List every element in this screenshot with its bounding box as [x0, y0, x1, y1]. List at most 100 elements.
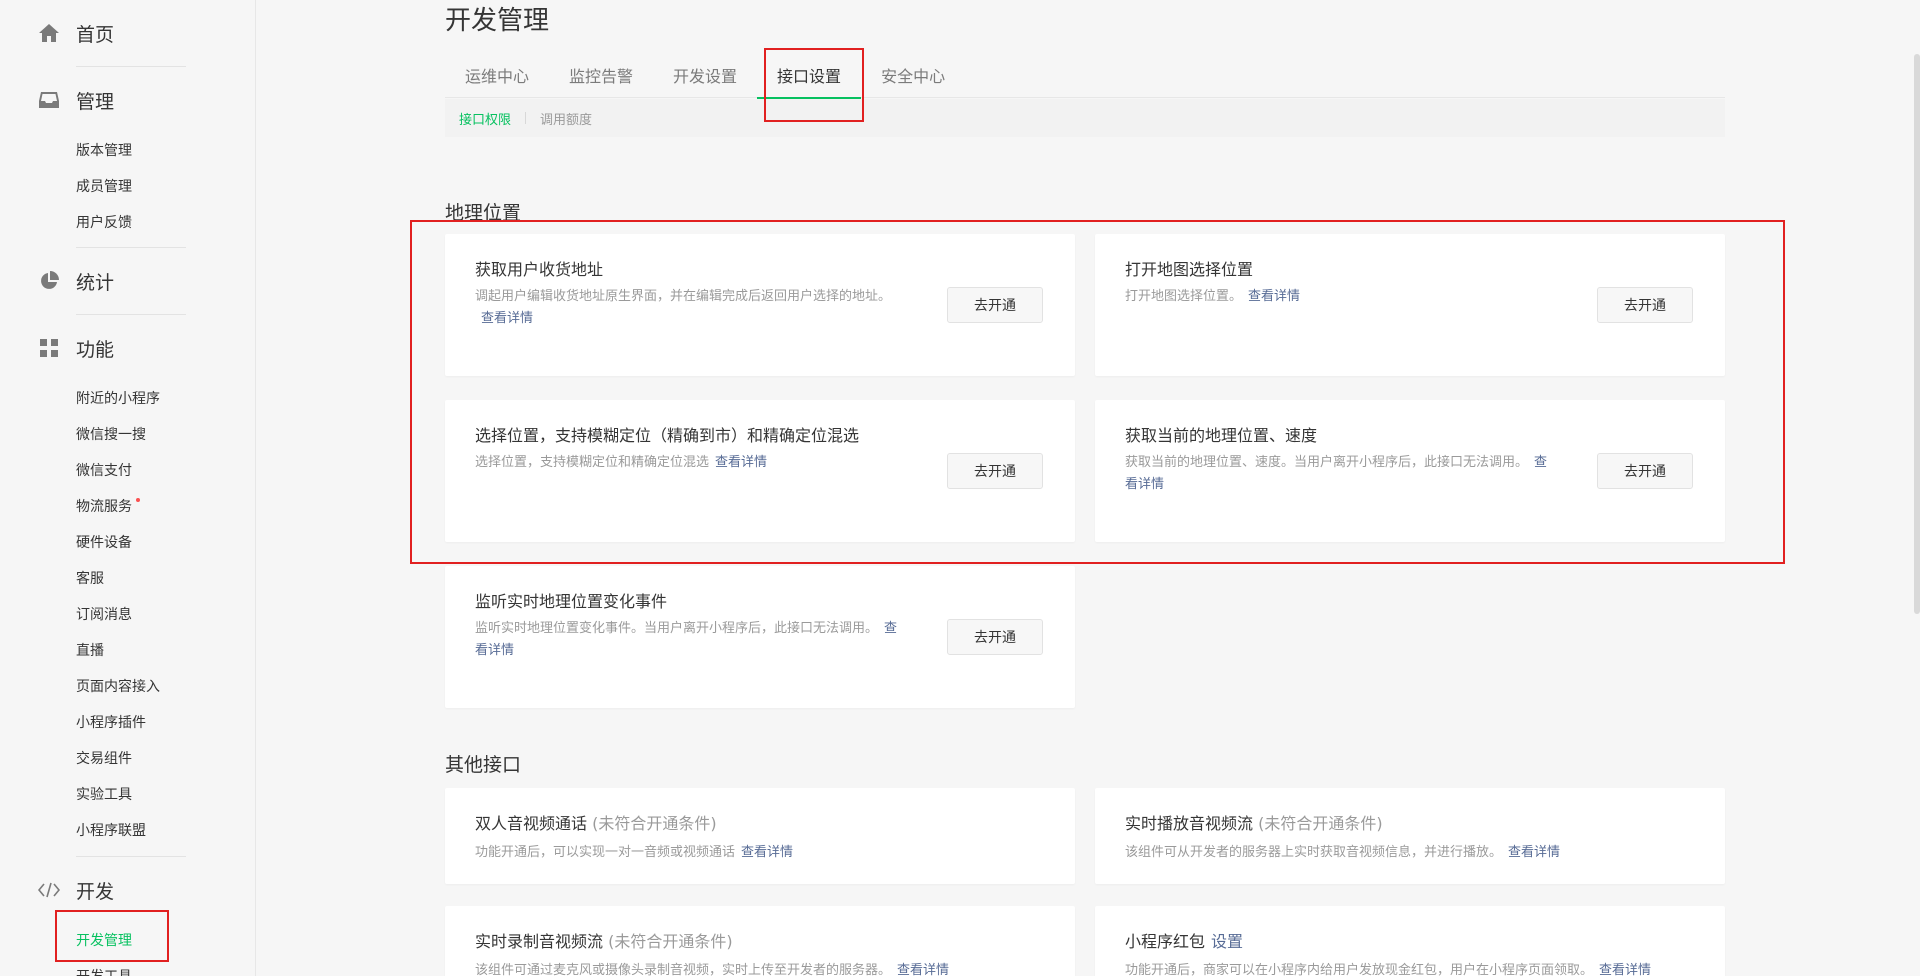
tab-ops[interactable]: 运维中心	[445, 56, 549, 98]
api-card: 打开地图选择位置 打开地图选择位置。 查看详情 去开通	[1095, 234, 1725, 376]
grid-icon	[38, 337, 60, 359]
sidebar-item-dev-manage[interactable]: 开发管理	[0, 923, 256, 959]
sidebar-item-page-content[interactable]: 页面内容接入	[0, 669, 256, 705]
api-card-title-text: 实时播放音视频流	[1125, 814, 1254, 833]
tab-monitor[interactable]: 监控告警	[549, 56, 653, 98]
nav-features-label: 功能	[76, 338, 115, 361]
tab-dev-settings[interactable]: 开发设置	[653, 56, 757, 98]
nav-features[interactable]: 功能	[0, 315, 256, 381]
api-card-title: 小程序红包 设置	[1125, 928, 1243, 952]
api-card-desc-text: 调起用户编辑收货地址原生界面，并在编辑完成后返回用户选择的地址。	[475, 289, 892, 304]
api-card-desc-text: 选择位置，支持模糊定位和精确定位混选	[475, 455, 710, 470]
api-card: 获取当前的地理位置、速度 获取当前的地理位置、速度。当用户离开小程序后，此接口无…	[1095, 400, 1725, 542]
view-details-link[interactable]: 查看详情	[741, 845, 793, 860]
view-details-link[interactable]: 查看详情	[1599, 963, 1651, 976]
settings-link[interactable]: 设置	[1211, 932, 1243, 951]
api-card: 双人音视频通话 (未符合开通条件) 功能开通后，可以实现一对一音频或视频通话 查看…	[445, 788, 1075, 884]
api-card-desc: 调起用户编辑收货地址原生界面，并在编辑完成后返回用户选择的地址。查看详情	[475, 286, 905, 330]
sidebar-item-nearby[interactable]: 附近的小程序	[0, 381, 256, 417]
subtab-bar: 接口权限 调用额度	[445, 99, 1725, 137]
code-icon	[38, 879, 60, 901]
api-card-desc-text: 功能开通后，可以实现一对一音频或视频通话	[475, 845, 736, 860]
subtab-divider	[525, 112, 527, 124]
api-card-desc-text: 获取当前的地理位置、速度。当用户离开小程序后，此接口无法调用。	[1125, 455, 1529, 470]
api-card-desc: 功能开通后，可以实现一对一音频或视频通话 查看详情	[475, 842, 1045, 864]
api-card-desc: 监听实时地理位置变化事件。当用户离开小程序后，此接口无法调用。 查看详情	[475, 618, 905, 662]
nav-dev[interactable]: 开发	[0, 857, 256, 923]
api-card: 获取用户收货地址 调起用户编辑收货地址原生界面，并在编辑完成后返回用户选择的地址…	[445, 234, 1075, 376]
subtab-permissions[interactable]: 接口权限	[459, 109, 523, 128]
enable-button[interactable]: 去开通	[947, 287, 1043, 323]
sidebar: 首页 管理 版本管理 成员管理 用户反馈 统计 功能 附近的小程序 微信搜一搜 …	[0, 0, 256, 976]
sidebar-item-pay[interactable]: 微信支付	[0, 453, 256, 489]
sidebar-item-logistics[interactable]: 物流服务	[0, 489, 256, 525]
pie-chart-icon	[38, 270, 60, 292]
api-card-desc: 该组件可通过麦克风或摄像头录制音视频，实时上传至开发者的服务器。 查看详情	[475, 960, 1045, 976]
api-card-desc: 该组件可从开发者的服务器上实时获取音视频信息，并进行播放。 查看详情	[1125, 842, 1695, 864]
scrollbar[interactable]	[1914, 54, 1920, 614]
view-details-link[interactable]: 查看详情	[1508, 845, 1560, 860]
enable-button[interactable]: 去开通	[1597, 453, 1693, 489]
api-card-desc-text: 监听实时地理位置变化事件。当用户离开小程序后，此接口无法调用。	[475, 621, 879, 636]
nav-home[interactable]: 首页	[0, 0, 256, 66]
api-card-desc: 获取当前的地理位置、速度。当用户离开小程序后，此接口无法调用。 查看详情	[1125, 452, 1555, 496]
sidebar-item-lab[interactable]: 实验工具	[0, 777, 256, 813]
api-card: 实时播放音视频流 (未符合开通条件) 该组件可从开发者的服务器上实时获取音视频信…	[1095, 788, 1725, 884]
tab-security[interactable]: 安全中心	[861, 56, 965, 98]
nav-group-stats: 统计	[0, 248, 256, 314]
sidebar-item-hardware[interactable]: 硬件设备	[0, 525, 256, 561]
nav-stats-label: 统计	[76, 271, 115, 294]
api-card-title: 获取用户收货地址	[475, 260, 604, 279]
api-card-title: 实时录制音视频流 (未符合开通条件)	[475, 928, 733, 952]
sidebar-item-members[interactable]: 成员管理	[0, 169, 256, 205]
sidebar-item-search[interactable]: 微信搜一搜	[0, 417, 256, 453]
api-card-title-text: 实时录制音视频流	[475, 932, 604, 951]
api-card-title: 实时播放音视频流 (未符合开通条件)	[1125, 810, 1383, 834]
subtab-quota[interactable]: 调用额度	[540, 109, 604, 128]
api-card-desc: 选择位置，支持模糊定位和精确定位混选 查看详情	[475, 452, 905, 474]
api-card-title: 打开地图选择位置	[1125, 260, 1254, 279]
api-card: 小程序红包 设置 功能开通后，商家可以在小程序内给用户发放现金红包，用户在小程序页…	[1095, 906, 1725, 976]
enable-button[interactable]: 去开通	[947, 619, 1043, 655]
sidebar-item-trade[interactable]: 交易组件	[0, 741, 256, 777]
sidebar-item-dev-tools[interactable]: 开发工具	[0, 959, 256, 976]
sidebar-item-plugin[interactable]: 小程序插件	[0, 705, 256, 741]
notification-dot	[136, 498, 140, 502]
view-details-link[interactable]: 查看详情	[1248, 289, 1300, 304]
sidebar-item-subscribe[interactable]: 订阅消息	[0, 597, 256, 633]
nav-group-manage: 管理 版本管理 成员管理 用户反馈	[0, 67, 256, 241]
tab-bar: 运维中心 监控告警 开发设置 接口设置 安全中心	[445, 56, 1725, 99]
home-icon	[38, 22, 60, 44]
section-title-other: 其他接口	[445, 754, 522, 776]
api-card: 监听实时地理位置变化事件 监听实时地理位置变化事件。当用户离开小程序后，此接口无…	[445, 566, 1075, 708]
nav-group-home: 首页	[0, 0, 256, 66]
nav-group-dev: 开发 开发管理 开发工具	[0, 857, 256, 976]
enable-button[interactable]: 去开通	[1597, 287, 1693, 323]
enable-button[interactable]: 去开通	[947, 453, 1043, 489]
api-card-desc: 打开地图选择位置。 查看详情	[1125, 286, 1555, 308]
nav-manage-label: 管理	[76, 90, 115, 113]
api-card-desc-text: 功能开通后，商家可以在小程序内给用户发放现金红包，用户在小程序页面领取。	[1125, 963, 1594, 976]
api-card-desc-text: 打开地图选择位置。	[1125, 289, 1243, 304]
sidebar-item-version[interactable]: 版本管理	[0, 133, 256, 169]
nav-stats[interactable]: 统计	[0, 248, 256, 314]
api-card-status: (未符合开通条件)	[1258, 814, 1383, 833]
sidebar-item-logistics-label: 物流服务	[76, 499, 132, 515]
api-card-title: 监听实时地理位置变化事件	[475, 592, 668, 611]
view-details-link[interactable]: 查看详情	[481, 311, 533, 326]
sidebar-item-union[interactable]: 小程序联盟	[0, 813, 256, 849]
api-card: 选择位置，支持模糊定位（精确到市）和精确定位混选 选择位置，支持模糊定位和精确定…	[445, 400, 1075, 542]
sidebar-item-service[interactable]: 客服	[0, 561, 256, 597]
nav-dev-label: 开发	[76, 880, 115, 903]
view-details-link[interactable]: 查看详情	[897, 963, 949, 976]
sidebar-item-live[interactable]: 直播	[0, 633, 256, 669]
api-card-title: 选择位置，支持模糊定位（精确到市）和精确定位混选	[475, 426, 860, 445]
api-card-title-text: 双人音视频通话	[475, 814, 588, 833]
sidebar-item-feedback[interactable]: 用户反馈	[0, 205, 256, 241]
tab-api-settings[interactable]: 接口设置	[757, 56, 862, 99]
nav-manage[interactable]: 管理	[0, 67, 256, 133]
view-details-link[interactable]: 查看详情	[715, 455, 767, 470]
api-card-status: (未符合开通条件)	[608, 932, 733, 951]
api-card-status: (未符合开通条件)	[592, 814, 717, 833]
inbox-icon	[38, 89, 60, 111]
